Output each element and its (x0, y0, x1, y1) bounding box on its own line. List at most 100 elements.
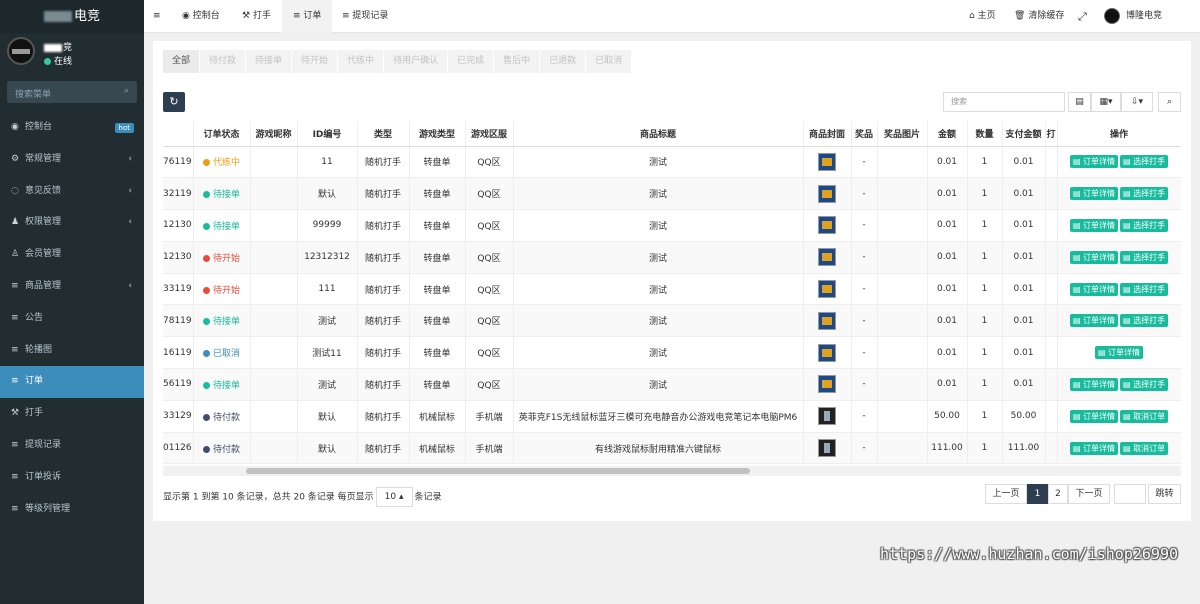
tab-dashboard[interactable]: ◉ 控制台 (172, 0, 230, 33)
order-detail-button[interactable]: ▤ 订单详情 (1069, 282, 1118, 296)
status-tab-0[interactable]: 全部 (163, 50, 200, 73)
clear-cache-button[interactable]: 🗑 清除缓存 (1014, 0, 1064, 33)
scrollbar-thumb[interactable] (246, 468, 750, 474)
column-header[interactable] (163, 121, 194, 147)
select-player-button[interactable]: ▤ 选择打手 (1120, 187, 1169, 201)
jump-button[interactable]: 跳转 (1148, 484, 1181, 504)
page-1-button[interactable]: 1 (1027, 484, 1048, 504)
table-row[interactable]: 56119 待接单 测试 随机打手 转盘单 QQ区 测试 -0.01 1 0.01 ▤ 订单详情 ▤ … (163, 368, 1181, 401)
user-menu[interactable]: 博隆电竞 (1104, 0, 1162, 33)
column-header[interactable]: 操作 (1057, 121, 1181, 147)
logo[interactable]: 电竞 (0, 0, 144, 33)
sidebar-item-9[interactable]: ⚒ 打手 (0, 398, 144, 430)
product-cover-image[interactable] (818, 216, 836, 235)
home-link[interactable]: ⌂ 主页 (969, 0, 996, 33)
search-icon[interactable]: ⌕ (124, 86, 129, 96)
status-tab-8[interactable]: 已退款 (540, 50, 586, 73)
product-cover-image[interactable] (818, 439, 836, 458)
refresh-button[interactable]: ↻ (163, 92, 185, 112)
sidebar-item-1[interactable]: ⚙ 常规管理 ‹ (0, 144, 144, 176)
table-row[interactable]: 33129 待付款 默认 随机打手 机械鼠标 手机端 英菲克F1S无线鼠标蓝牙三模可充电静音… (163, 400, 1181, 433)
sidebar-item-10[interactable]: ≡ 提现记录 (0, 430, 144, 462)
next-page-button[interactable]: 下一页 (1068, 484, 1110, 504)
product-cover-image[interactable] (818, 184, 836, 203)
order-detail-button[interactable]: ▤ 订单详情 (1069, 409, 1118, 423)
sidebar-item-7[interactable]: ≡ 轮播图 (0, 335, 144, 367)
sidebar-item-2[interactable]: ◌ 意见反馈 ‹ (0, 176, 144, 208)
page-2-button[interactable]: 2 (1048, 484, 1068, 504)
prev-page-button[interactable]: 上一页 (985, 484, 1027, 504)
cancel-order-button[interactable]: ▤ 取消订单 (1120, 409, 1169, 423)
order-detail-button[interactable]: ▤ 订单详情 (1069, 314, 1118, 328)
product-cover-image[interactable] (818, 152, 836, 171)
sidebar-search-input[interactable]: 搜索菜单 ⌕ (7, 81, 137, 103)
column-header[interactable]: 商品封面 (803, 121, 852, 147)
table-row[interactable]: 16119 已取消 测试11 随机打手 转盘单 QQ区 测试 - 0.01 1 0.01 ▤ 订单详情 (163, 336, 1181, 370)
product-cover-image[interactable] (818, 311, 836, 330)
tab-withdrawal[interactable]: ≡ 提现记录 (332, 0, 398, 33)
order-detail-button[interactable]: ▤ 订单详情 (1069, 250, 1118, 264)
status-tab-2[interactable]: 待接单 (246, 50, 292, 73)
column-header[interactable]: 数量 (967, 121, 1003, 147)
select-player-button[interactable]: ▤ 选择打手 (1120, 155, 1169, 169)
sidebar-item-12[interactable]: ≡ 等级列管理 (0, 494, 144, 526)
column-header[interactable]: 订单状态 (193, 121, 251, 147)
select-player-button[interactable]: ▤ 选择打手 (1120, 282, 1169, 296)
sidebar-toggle-icon[interactable]: ≡ (153, 0, 161, 33)
column-header[interactable]: 奖品 (851, 121, 878, 147)
column-header[interactable]: 游戏区服 (465, 121, 514, 147)
product-cover-image[interactable] (818, 248, 836, 267)
table-row[interactable]: 76119 代练中 11 随机打手 转盘单 QQ区 测试 - 0.01 1 0.01 ▤ 订单详情 ▤ … (163, 146, 1181, 179)
table-row[interactable]: 33119 待开始 111 随机打手 转盘单 QQ区 测试 - 0.01 1 0.01 ▤ 订单详情 ▤… (163, 273, 1181, 306)
select-player-button[interactable]: ▤ 选择打手 (1120, 218, 1169, 232)
status-tab-4[interactable]: 代练中 (338, 50, 384, 73)
status-tab-7[interactable]: 售后中 (494, 50, 540, 73)
status-tab-3[interactable]: 待开始 (292, 50, 338, 73)
column-header[interactable]: 金额 (927, 121, 968, 147)
sidebar-item-11[interactable]: ≡ 订单投诉 (0, 462, 144, 494)
jump-page-input[interactable] (1114, 484, 1146, 504)
export-button[interactable]: ⇩▾ (1121, 92, 1153, 112)
sidebar-item-8[interactable]: ≡ 订单 (0, 366, 144, 399)
order-detail-button[interactable]: ▤ 订单详情 (1069, 441, 1118, 455)
order-detail-button[interactable]: ▤ 订单详情 (1069, 187, 1118, 201)
sidebar-item-0[interactable]: ◉ 控制台 hot (0, 112, 144, 144)
table-row[interactable]: 12130 待接单 99999 随机打手 转盘单 QQ区 测试 - 0.01 1 0.01 ▤ 订单详… (163, 209, 1181, 242)
table-row[interactable]: 01126 待付款 默认 随机打手 机械鼠标 手机端 有线游戏鼠标耐用精准六键鼠标 - 111.… (163, 432, 1181, 465)
table-row[interactable]: 78119 待接单 测试 随机打手 转盘单 QQ区 测试 -0.01 1 0.01 ▤ 订单详情 ▤ … (163, 304, 1181, 338)
column-header[interactable]: 游戏类型 (409, 121, 466, 147)
horizontal-scrollbar[interactable] (163, 466, 1181, 476)
tab-player[interactable]: ⚒ 打手 (232, 0, 281, 33)
sidebar-item-3[interactable]: ♟ 权限管理 ‹ (0, 207, 144, 239)
column-header[interactable]: 类型 (357, 121, 410, 147)
product-cover-image[interactable] (818, 407, 836, 426)
select-player-button[interactable]: ▤ 选择打手 (1120, 250, 1169, 264)
status-tab-9[interactable]: 已取消 (586, 50, 632, 73)
column-header[interactable]: 打 (1045, 121, 1058, 147)
column-header[interactable]: 支付金额 (1002, 121, 1046, 147)
table-row[interactable]: 12130 待开始 12312312 随机打手 转盘单 QQ区 测试 - 0.01 1 0.01 ▤ … (163, 241, 1181, 274)
order-detail-button[interactable]: ▤ 订单详情 (1069, 155, 1118, 169)
fullscreen-icon[interactable]: ⤢ (1078, 0, 1087, 33)
order-detail-button[interactable]: ▤ 订单详情 (1069, 218, 1118, 232)
order-detail-button[interactable]: ▤ 订单详情 (1069, 377, 1118, 391)
column-header[interactable]: 奖品图片 (877, 121, 928, 147)
toggle-view-button[interactable]: ▤ (1068, 92, 1091, 112)
product-cover-image[interactable] (818, 375, 836, 394)
table-search-input[interactable]: 搜索 (943, 92, 1065, 112)
cancel-order-button[interactable]: ▤ 取消订单 (1120, 441, 1169, 455)
status-tab-1[interactable]: 待付款 (200, 50, 246, 73)
page-size-select[interactable]: 10 ▴ (375, 487, 413, 507)
column-header[interactable]: ID编号 (297, 121, 358, 147)
sidebar-item-6[interactable]: ≡ 公告 (0, 303, 144, 335)
advanced-search-button[interactable]: ⌕ (1158, 92, 1181, 112)
select-player-button[interactable]: ▤ 选择打手 (1120, 314, 1169, 328)
table-row[interactable]: 32119 待接单 默认 随机打手 转盘单 QQ区 测试 - 0.01 1 0.01 ▤ 订单详情 ▤ … (163, 177, 1181, 211)
column-header[interactable]: 游戏昵称 (250, 121, 298, 147)
column-header[interactable]: 商品标题 (513, 121, 804, 147)
status-tab-5[interactable]: 待用户确认 (384, 50, 448, 73)
sidebar-item-5[interactable]: ≡ 商品管理 ‹ (0, 271, 144, 303)
product-cover-image[interactable] (818, 280, 836, 299)
product-cover-image[interactable] (818, 343, 836, 362)
order-detail-button[interactable]: ▤ 订单详情 (1094, 346, 1144, 360)
